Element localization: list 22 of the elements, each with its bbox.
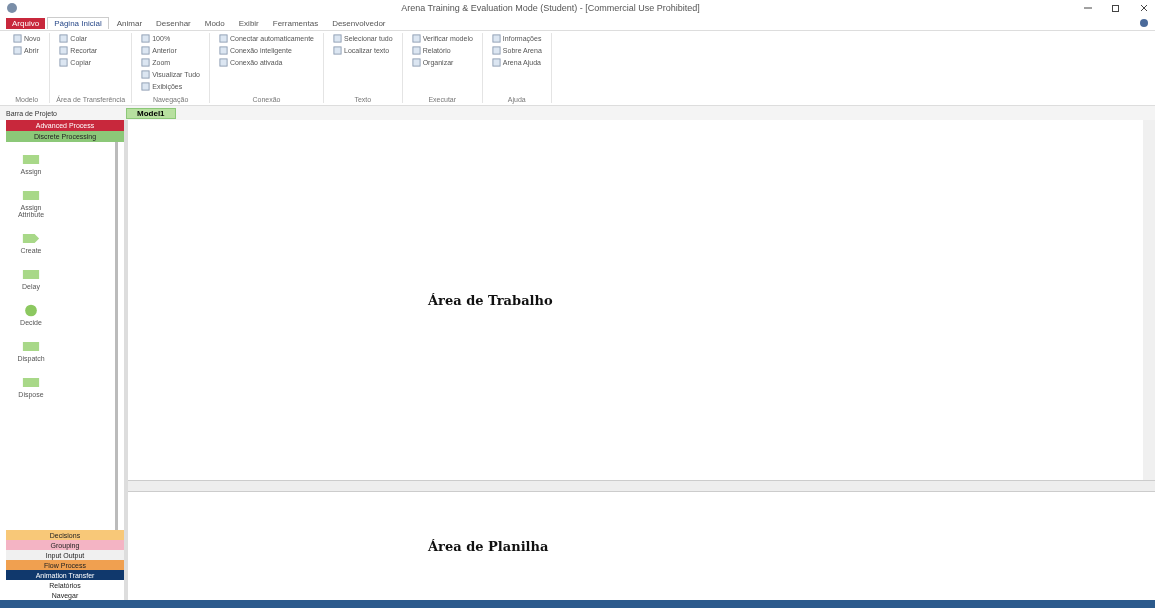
module-icon [22,376,40,389]
module-icon [22,268,40,281]
module-icon [22,189,40,202]
ribbon-tab[interactable]: Exibir [232,17,265,29]
restore-icon[interactable] [1111,3,1121,13]
window-title: Arena Training & Evaluation Mode (Student) - [Commercial Use Prohibited] [400,3,701,13]
document-tab[interactable]: Model1 [126,107,176,119]
module-icon [22,304,40,317]
ribbon-tab[interactable]: Animar [110,17,149,29]
ribbon-tab[interactable]: Desenvolvedor [326,17,392,29]
module-icon [22,340,40,353]
ribbon-tab[interactable]: Ferramentas [266,17,325,29]
spreadsheet-label: Área de Planilha [428,538,549,554]
close-icon[interactable] [1139,3,1149,13]
ribbon-tab[interactable]: Página Inicial [47,17,109,29]
workspace-label: Área de Trabalho [428,292,553,308]
module-icon [22,153,40,166]
ribbon-tab[interactable]: Desenhar [150,17,197,29]
ribbon-tab[interactable]: Arquivo [6,17,46,29]
app-icon [6,2,18,14]
ribbon-tab[interactable]: Modo [198,17,231,29]
module-icon [22,232,40,245]
